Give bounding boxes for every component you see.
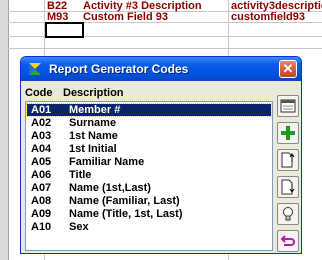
- item-code: A05: [31, 156, 52, 168]
- app-logo-icon: [29, 63, 41, 75]
- list-item[interactable]: A09 Name (Title, 1st, Last): [27, 208, 271, 220]
- sheet-cell-description[interactable]: Custom Field 93: [83, 11, 168, 24]
- list-item[interactable]: A05 Familiar Name: [27, 156, 271, 168]
- add-icon: [281, 126, 295, 140]
- list-item[interactable]: A08 Name (Familiar, Last): [27, 195, 271, 207]
- item-description: 1st Name: [69, 130, 118, 142]
- item-description: Name (1st,Last): [69, 182, 151, 194]
- item-code: A06: [31, 169, 52, 181]
- list-item[interactable]: A06 Title: [27, 169, 271, 181]
- list-item[interactable]: A07 Name (1st,Last): [27, 182, 271, 194]
- item-code: A09: [31, 208, 52, 220]
- item-description: 1st Initial: [69, 143, 117, 155]
- report-generator-codes-dialog: Report Generator Codes ✕ Code Descriptio…: [20, 56, 302, 254]
- item-code: A03: [31, 130, 52, 142]
- item-code: A01: [31, 104, 52, 116]
- lightbulb-button[interactable]: [277, 203, 299, 225]
- item-description: Surname: [69, 117, 117, 129]
- item-code: A02: [31, 117, 52, 129]
- header-description: Description: [63, 87, 124, 99]
- undo-button[interactable]: [277, 230, 299, 252]
- item-description: Member #: [69, 104, 121, 116]
- sheet-left-strip: [0, 0, 9, 260]
- close-button[interactable]: ✕: [279, 60, 297, 78]
- item-code: A10: [31, 221, 52, 233]
- item-description: Familiar Name: [69, 156, 145, 168]
- close-icon: ✕: [282, 61, 294, 76]
- move-down-button[interactable]: [277, 176, 299, 198]
- list-item[interactable]: A01 Member #: [26, 103, 272, 117]
- sheet-row-divider: [8, 48, 322, 49]
- item-description: Name (Title, 1st, Last): [69, 208, 183, 220]
- undo-icon: [280, 235, 295, 246]
- list-item[interactable]: A03 1st Name: [27, 130, 271, 142]
- add-button[interactable]: [277, 122, 299, 144]
- item-description: Name (Familiar, Last): [69, 195, 180, 207]
- header-code: Code: [25, 87, 53, 99]
- codes-list[interactable]: A01 Member # A02 Surname A03 1st Name A0…: [25, 101, 273, 251]
- move-down-icon: [281, 179, 295, 195]
- dialog-title-bar[interactable]: Report Generator Codes ✕: [21, 57, 301, 81]
- calendar-icon: [280, 99, 296, 113]
- move-up-icon: [281, 152, 295, 168]
- move-up-button[interactable]: [277, 149, 299, 171]
- lightbulb-icon: [283, 207, 293, 221]
- item-code: A04: [31, 143, 52, 155]
- calendar-button[interactable]: [277, 95, 299, 117]
- item-description: Sex: [69, 221, 89, 233]
- item-description: Title: [69, 169, 92, 181]
- active-cell[interactable]: [45, 22, 84, 38]
- item-code: A08: [31, 195, 52, 207]
- list-item[interactable]: A10 Sex: [27, 221, 271, 233]
- dialog-title: Report Generator Codes: [49, 62, 189, 76]
- sheet-cell-field[interactable]: customfield93: [231, 11, 322, 24]
- list-item[interactable]: A04 1st Initial: [27, 143, 271, 155]
- list-item[interactable]: A02 Surname: [27, 117, 271, 129]
- item-code: A07: [31, 182, 52, 194]
